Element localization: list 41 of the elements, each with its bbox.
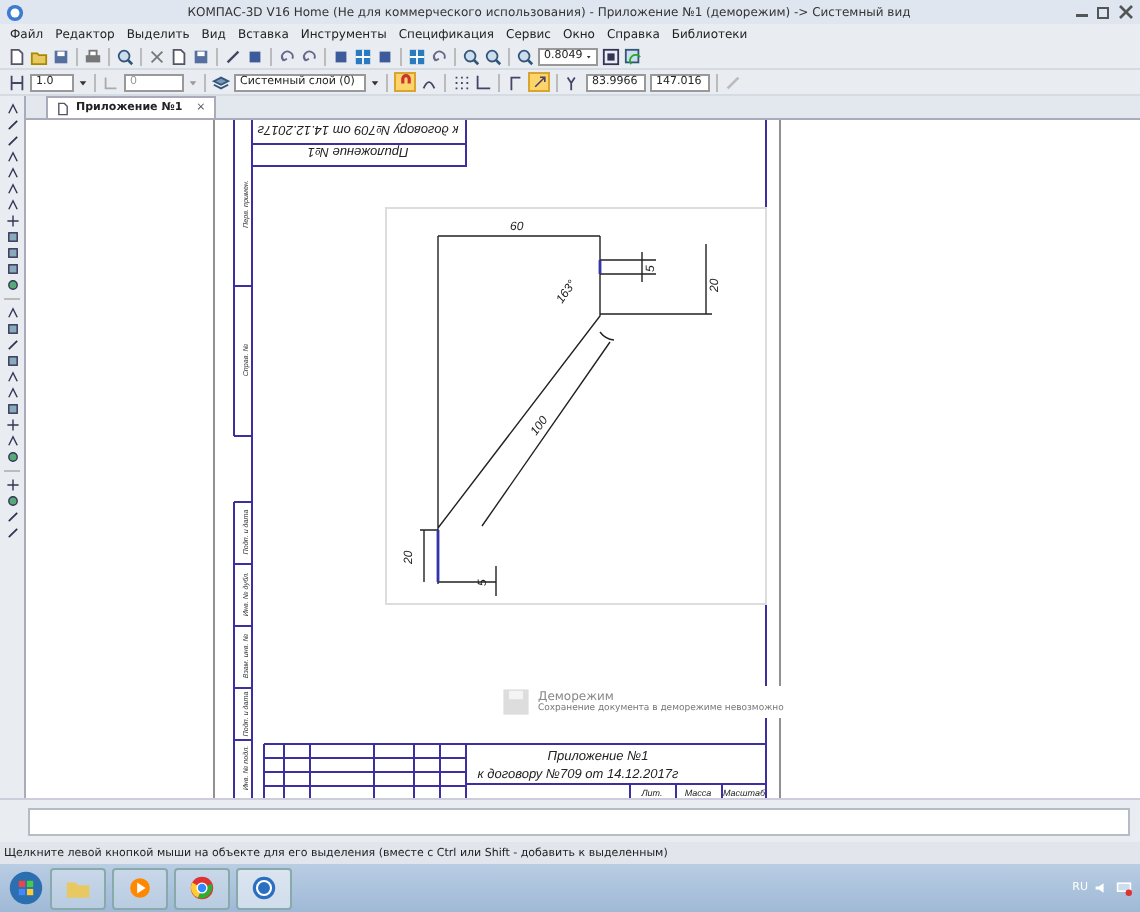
save-icon[interactable] [52,47,70,65]
zoom-window-icon[interactable] [462,47,480,65]
browser-icon [188,874,216,902]
app-logo-icon [6,3,24,21]
layers-icon[interactable] [408,47,426,65]
angle-step-icon [102,73,120,91]
line-icon[interactable] [5,118,19,132]
start-button[interactable] [8,870,44,906]
cut-icon[interactable] [148,47,166,65]
close-icon[interactable] [1118,4,1134,20]
ortho-icon[interactable] [506,73,524,91]
zoom-icon[interactable] [516,47,534,65]
caret-icon[interactable] [370,77,380,87]
preview-icon[interactable] [116,47,134,65]
angle-icon[interactable] [5,166,19,180]
snap-button[interactable] [528,72,550,92]
undo-icon[interactable] [278,47,296,65]
restore-icon[interactable] [1096,4,1112,20]
line-icon[interactable] [5,526,19,540]
network-icon[interactable] [1116,880,1132,896]
new-document-icon[interactable] [8,47,26,65]
zoom-out-icon[interactable] [484,47,502,65]
cross-icon[interactable] [5,214,19,228]
layers-icon[interactable] [212,73,230,91]
cross-icon[interactable] [5,418,19,432]
line-icon[interactable] [5,510,19,524]
arrow-icon [531,74,547,90]
print-icon[interactable] [84,47,102,65]
magnet-button[interactable] [394,72,416,92]
browser-taskbar-button[interactable] [174,867,230,909]
line-step-icon[interactable] [8,73,26,91]
command-field[interactable] [28,808,1130,836]
cad-app-taskbar-button[interactable] [236,867,292,909]
ring-icon [250,874,278,902]
refresh-icon[interactable] [624,47,642,65]
magnet-icon [397,74,413,90]
redo-icon[interactable] [300,47,318,65]
axis-icon[interactable] [474,73,492,91]
play-icon [126,874,154,902]
zoom-fit-icon[interactable] [602,47,620,65]
caret-icon[interactable] [78,77,88,87]
